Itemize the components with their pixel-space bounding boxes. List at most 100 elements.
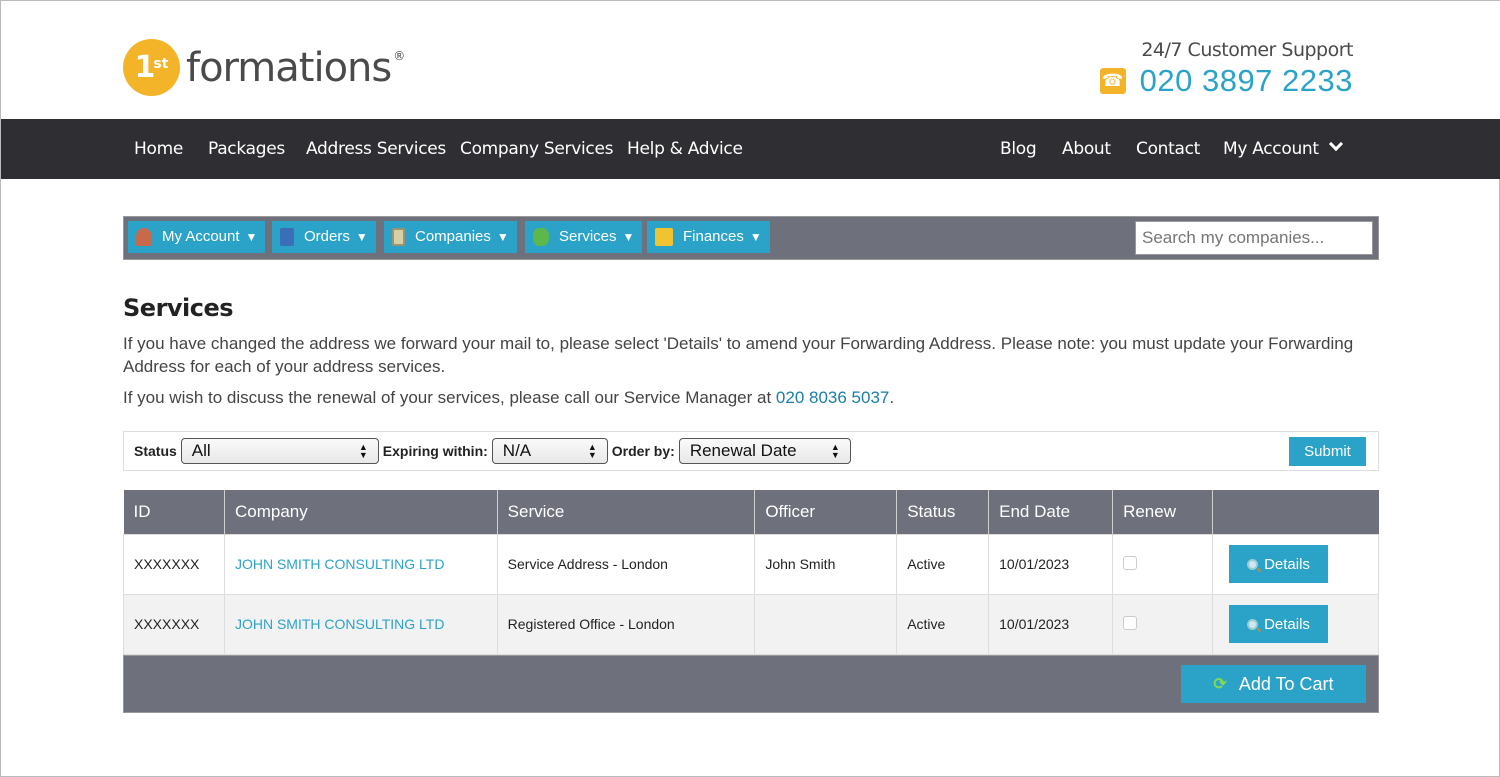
toolbar-orders[interactable]: Orders ▼ xyxy=(272,221,376,253)
status-select[interactable]: All ▲ ▼ xyxy=(180,438,379,464)
col-header-company[interactable]: Company xyxy=(223,490,498,534)
order-by-select[interactable]: Renewal Date ▲ ▼ xyxy=(678,438,851,464)
nav-company-services[interactable]: Company Services xyxy=(460,119,613,179)
dropdown-arrow-icon: ▼ xyxy=(496,230,509,244)
services-table: ID Company Service Officer Status End Da… xyxy=(123,490,1379,655)
magnifier-icon xyxy=(1247,558,1259,570)
cell-status: Active xyxy=(896,593,990,655)
details-button[interactable]: Details xyxy=(1229,605,1329,643)
logo-badge: 1st xyxy=(123,39,180,96)
nav-address-services[interactable]: Address Services xyxy=(306,119,446,179)
submit-button[interactable]: Submit xyxy=(1289,437,1366,466)
renewal-note: If you wish to discuss the renewal of yo… xyxy=(123,388,894,408)
toolbar-finances[interactable]: Finances ▼ xyxy=(647,221,770,253)
details-button-label: Details xyxy=(1264,555,1310,573)
nav-my-account-label: My Account xyxy=(1223,139,1319,159)
refresh-cart-icon: ⟳ xyxy=(1213,676,1227,693)
order-by-select-value: Renewal Date xyxy=(689,441,797,460)
cell-actions: Details xyxy=(1212,593,1379,655)
toolbar-my-account-label: My Account xyxy=(162,228,240,245)
cell-actions: Details xyxy=(1212,533,1379,595)
account-toolbar: My Account ▼ Orders ▼ Companies ▼ Servic… xyxy=(123,216,1379,260)
toolbar-my-account[interactable]: My Account ▼ xyxy=(128,221,266,253)
support-phone: ☎ 020 3897 2233 xyxy=(1099,63,1353,99)
cell-status: Active xyxy=(896,533,990,595)
customer-support: 24/7 Customer Support ☎ 020 3897 2233 xyxy=(1099,39,1354,99)
select-arrows-icon: ▲ ▼ xyxy=(587,442,597,460)
nav-my-account[interactable]: My Account xyxy=(1223,119,1343,179)
details-button[interactable]: Details xyxy=(1229,545,1329,583)
toolbar-companies[interactable]: Companies ▼ xyxy=(384,221,517,253)
dropdown-arrow-icon: ▼ xyxy=(355,230,368,244)
details-button-label: Details xyxy=(1264,615,1310,633)
table-row: XXXXXXX JOHN SMITH CONSULTING LTD Regist… xyxy=(123,593,1379,655)
toolbar-services-label: Services xyxy=(559,228,617,245)
cell-officer: John Smith xyxy=(754,533,898,595)
cell-company-link[interactable]: JOHN SMITH CONSULTING LTD xyxy=(223,593,498,655)
cell-id: XXXXXXX xyxy=(123,533,225,595)
nav-home[interactable]: Home xyxy=(134,119,183,179)
building-icon xyxy=(392,228,405,246)
renew-checkbox[interactable] xyxy=(1123,615,1138,630)
cell-officer xyxy=(754,593,898,655)
logo-badge-number: 1 xyxy=(134,50,156,85)
cell-id: XXXXXXX xyxy=(123,593,225,655)
cell-service: Registered Office - London xyxy=(496,593,756,655)
main-nav: Home Packages Address Services Company S… xyxy=(1,119,1500,179)
col-header-actions xyxy=(1212,490,1379,534)
col-header-id[interactable]: ID xyxy=(123,490,225,534)
cell-service: Service Address - London xyxy=(496,533,756,595)
page-title: Services xyxy=(123,294,234,322)
col-header-end-date[interactable]: End Date xyxy=(988,490,1113,534)
status-select-value: All xyxy=(191,441,211,460)
order-by-label: Order by: xyxy=(611,443,675,459)
search-companies-input[interactable] xyxy=(1135,221,1373,255)
renew-checkbox[interactable] xyxy=(1123,555,1138,570)
cell-end-date: 10/01/2023 xyxy=(988,533,1114,595)
forwarding-address-note: If you have changed the address we forwa… xyxy=(123,334,1354,376)
toolbar-services[interactable]: Services ▼ xyxy=(525,221,643,253)
col-header-renew: Renew xyxy=(1112,490,1213,534)
expiring-select-value: N/A xyxy=(502,441,532,460)
nav-about[interactable]: About xyxy=(1062,119,1111,179)
logo-badge-sup: st xyxy=(153,55,169,72)
nav-packages[interactable]: Packages xyxy=(208,119,285,179)
toolbar-finances-label: Finances xyxy=(683,228,744,245)
renewal-note-suffix: . xyxy=(889,388,895,407)
support-phone-number[interactable]: 020 3897 2233 xyxy=(1140,63,1353,99)
magnifier-icon xyxy=(1247,618,1259,630)
chevron-down-icon xyxy=(1328,136,1343,152)
toolbar-companies-label: Companies xyxy=(415,228,491,245)
table-row: XXXXXXX JOHN SMITH CONSULTING LTD Servic… xyxy=(123,533,1379,595)
expiring-filter-label: Expiring within: xyxy=(382,443,488,459)
select-arrows-icon: ▲ ▼ xyxy=(358,442,368,460)
cell-renew xyxy=(1112,593,1214,655)
phone-icon: ☎ xyxy=(1099,68,1126,94)
select-arrows-icon: ▲ ▼ xyxy=(830,442,840,460)
nav-blog[interactable]: Blog xyxy=(1000,119,1037,179)
registered-mark: ® xyxy=(393,49,406,63)
service-manager-phone-link[interactable]: 020 8036 5037 xyxy=(776,388,889,407)
col-header-status[interactable]: Status xyxy=(896,490,989,534)
calculator-icon xyxy=(280,228,294,246)
expiring-select[interactable]: N/A ▲ ▼ xyxy=(491,438,608,464)
nav-help-advice[interactable]: Help & Advice xyxy=(627,119,743,179)
col-header-officer[interactable]: Officer xyxy=(754,490,897,534)
logo-wordmark: formations xyxy=(186,44,392,91)
logo[interactable]: 1st formations ® xyxy=(123,39,405,96)
add-to-cart-label: Add To Cart xyxy=(1238,673,1334,694)
coins-icon xyxy=(655,228,673,246)
toolbar-orders-label: Orders xyxy=(304,228,350,245)
add-to-cart-button[interactable]: ⟳ Add To Cart xyxy=(1181,665,1366,703)
support-label: 24/7 Customer Support xyxy=(1141,39,1353,61)
dropdown-arrow-icon: ▼ xyxy=(749,230,762,244)
cell-company-link[interactable]: JOHN SMITH CONSULTING LTD xyxy=(223,533,498,595)
site-header: 1st formations ® 24/7 Customer Support ☎… xyxy=(1,1,1500,119)
dropdown-arrow-icon: ▼ xyxy=(622,230,635,244)
col-header-service[interactable]: Service xyxy=(496,490,755,534)
status-filter-label: Status xyxy=(134,443,177,459)
nav-contact[interactable]: Contact xyxy=(1136,119,1200,179)
cell-renew xyxy=(1112,533,1214,595)
cell-end-date: 10/01/2023 xyxy=(988,593,1114,655)
puzzle-icon xyxy=(533,228,549,246)
